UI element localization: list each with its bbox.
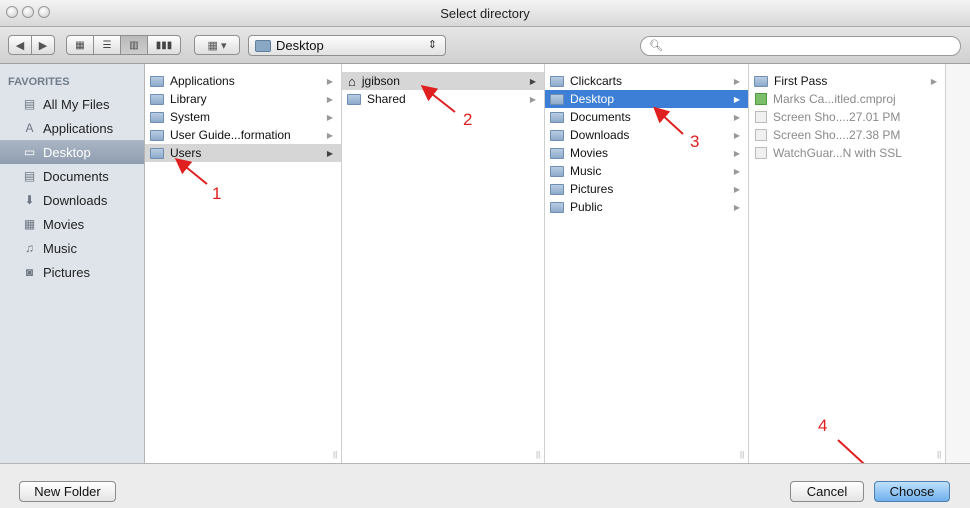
cancel-button[interactable]: Cancel (790, 481, 864, 502)
annotation-label-3: 3 (690, 132, 700, 151)
select-directory-dialog: Select directory ◀ ▶ ▦ ☰ ▥ ▮▮▮ ▦ ▾ Deskt… (0, 0, 970, 508)
choose-button[interactable]: Choose (874, 481, 950, 502)
annotation-arrow-3 (653, 106, 684, 135)
new-folder-button[interactable]: New Folder (19, 481, 116, 502)
annotation-label-1: 1 (212, 184, 222, 203)
annotation-arrow-2 (420, 85, 456, 113)
dialog-footer: New Folder Cancel Choose (0, 463, 970, 508)
annotation-label-2: 2 (463, 110, 473, 129)
annotation-label-4: 4 (818, 416, 828, 435)
annotation-arrow-1 (174, 157, 208, 185)
